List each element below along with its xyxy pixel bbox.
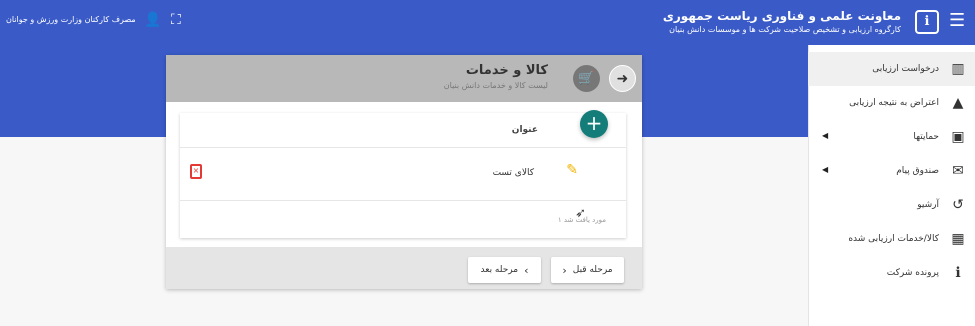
- fullscreen-icon[interactable]: ⛶: [171, 13, 181, 27]
- emblem-icon: ℹ: [915, 10, 939, 34]
- briefcase-icon: ▣: [951, 129, 965, 145]
- previous-step-label: مرحله قبل: [572, 265, 613, 275]
- arrow-right-icon[interactable]: ➜: [609, 65, 636, 92]
- sidebar-item-evaluation-request[interactable]: ▥ درخواست ارزیابی: [808, 52, 975, 86]
- products-list-card: + عنوان ✎ کالای تست × ۱ مورد یافت شد ➶: [180, 110, 626, 238]
- sidebar-item-evaluated-products[interactable]: ▦ کالا/خدمات ارزیابی شده: [808, 222, 975, 256]
- user-name[interactable]: مصرف کارکنان وزارت ورزش و جوانان: [6, 15, 136, 24]
- sidebar-item-label: درخواست ارزیابی: [872, 64, 939, 74]
- sidebar-item-label: آرشیو: [917, 200, 939, 210]
- top-app-bar: ☰ ℹ معاونت علمی و فناوری ریاست جمهوری کا…: [0, 0, 975, 45]
- table-icon: ▦: [951, 231, 965, 247]
- sidebar-item-company-profile[interactable]: ℹ پرونده شرکت: [808, 256, 975, 290]
- basket-icon: 🛒: [573, 65, 600, 92]
- row-title: کالای تست: [492, 168, 534, 178]
- panel-subtitle: لیست کالا و خدمات دانش بنیان: [443, 81, 548, 90]
- sidebar-item-archive[interactable]: ↺ آرشیو: [808, 188, 975, 222]
- user-icon[interactable]: 👤: [144, 13, 161, 27]
- next-step-button[interactable]: مرحله بعد ‹: [468, 257, 541, 283]
- panel-title: کالا و خدمات: [465, 63, 548, 78]
- history-icon: ↺: [952, 197, 964, 213]
- sidebar-item-label: پرونده شرکت: [886, 268, 939, 278]
- menu-icon[interactable]: ☰: [949, 12, 967, 32]
- submenu-arrow-icon[interactable]: ◀: [822, 131, 828, 140]
- column-header-title: عنوان: [511, 125, 538, 135]
- panel-header: ➜ 🛒 کالا و خدمات لیست کالا و خدمات دانش …: [166, 55, 642, 102]
- products-panel: ➜ 🛒 کالا و خدمات لیست کالا و خدمات دانش …: [166, 55, 642, 289]
- row-divider: [180, 200, 626, 201]
- submenu-arrow-icon[interactable]: ◀: [822, 165, 828, 174]
- info-icon: ℹ: [955, 265, 961, 281]
- app-root: ☰ ℹ معاونت علمی و فناوری ریاست جمهوری کا…: [0, 0, 975, 326]
- sidebar-item-evaluation-objection[interactable]: ▲ اعتراض به نتیجه ارزیابی: [808, 86, 975, 120]
- bar-chart-icon: ▥: [951, 61, 965, 77]
- pencil-icon[interactable]: ✎: [566, 163, 578, 177]
- previous-step-button[interactable]: › مرحله قبل: [551, 257, 624, 283]
- sidebar: ▥ درخواست ارزیابی ▲ اعتراض به نتیجه ارزی…: [808, 45, 975, 326]
- next-step-label: مرحله بعد: [480, 265, 519, 275]
- warning-icon: ▲: [952, 95, 964, 111]
- chevron-right-icon: ›: [562, 263, 567, 277]
- header-divider: [180, 147, 626, 148]
- plus-icon[interactable]: +: [580, 110, 608, 138]
- sidebar-item-label: کالا/خدمات ارزیابی شده: [848, 234, 939, 244]
- sidebar-item-supports[interactable]: ▣ حمایتها ◀: [808, 120, 975, 154]
- sidebar-item-label: اعتراض به نتیجه ارزیابی: [849, 98, 939, 108]
- delete-icon[interactable]: ×: [190, 164, 202, 179]
- cursor-icon: ➶: [575, 206, 586, 221]
- panel-footer: › مرحله قبل مرحله بعد ‹: [166, 247, 642, 289]
- organization-subtitle: کارگروه ارزیابی و تشخیص صلاحیت شرکت ها و…: [669, 25, 901, 34]
- sidebar-item-message-box[interactable]: ✉ صندوق پیام ◀: [808, 154, 975, 188]
- mail-icon: ✉: [952, 163, 964, 179]
- organization-title: معاونت علمی و فناوری ریاست جمهوری: [662, 9, 901, 23]
- chevron-left-icon: ‹: [524, 263, 529, 277]
